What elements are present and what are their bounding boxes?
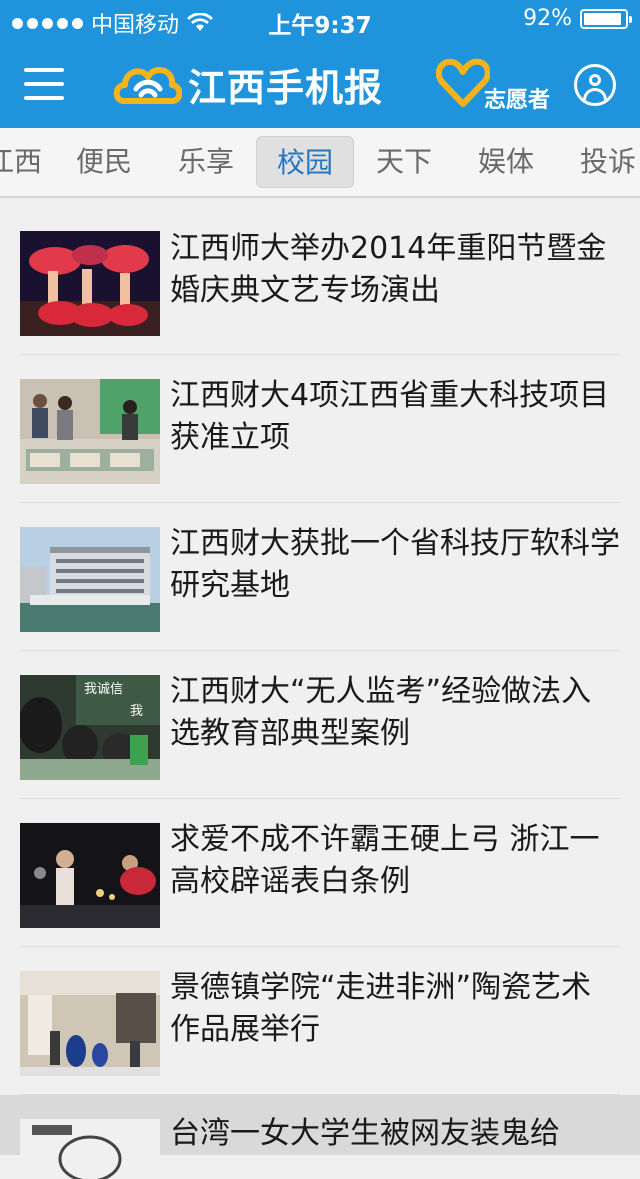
- app-header: 江西手机报 志愿者: [0, 40, 640, 128]
- news-thumbnail: [20, 231, 160, 336]
- news-thumbnail: [20, 1119, 160, 1179]
- tab-tousu[interactable]: 投诉: [566, 136, 640, 188]
- news-thumbnail: [20, 823, 160, 928]
- news-thumbnail: [20, 527, 160, 632]
- logo-text: 江西手机报: [188, 65, 384, 110]
- tab-tianxia[interactable]: 天下: [364, 136, 444, 188]
- news-title: 求爱不成不许霸王硬上弓 浙江一高校辟谣表白条例: [170, 822, 600, 899]
- svg-text:我诚信: 我诚信: [84, 682, 123, 697]
- news-title: 江西财大获批一个省科技厅软科学研究基地: [170, 526, 620, 603]
- news-item[interactable]: 景德镇学院“走进非洲”陶瓷艺术作品展举行: [0, 947, 640, 1095]
- user-profile-icon[interactable]: [574, 64, 616, 106]
- app-logo: 江西手机报: [112, 54, 383, 114]
- tab-bianmin[interactable]: 便民: [64, 136, 144, 188]
- tab-yuti[interactable]: 娱体: [464, 136, 548, 188]
- svg-text:我: 我: [130, 704, 143, 719]
- tab-jiangxi[interactable]: 江西: [0, 136, 52, 188]
- news-title: 江西师大举办2014年重阳节暨金婚庆典文艺专场演出: [170, 231, 607, 308]
- news-item[interactable]: 我诚信 我 江西财大“无人监考”经验做法入选教育部典型案例: [0, 651, 640, 799]
- volunteer-button[interactable]: 志愿者: [436, 58, 556, 114]
- volunteer-label: 志愿者: [484, 88, 551, 113]
- news-item[interactable]: 台湾一女大学生被网友装鬼给: [0, 1095, 640, 1179]
- news-thumbnail: [20, 379, 160, 484]
- news-item[interactable]: 江西财大获批一个省科技厅软科学研究基地: [0, 503, 640, 651]
- cloud-wifi-logo-icon: [113, 67, 182, 104]
- news-item[interactable]: 求爱不成不许霸王硬上弓 浙江一高校辟谣表白条例: [0, 799, 640, 947]
- tab-lexiang[interactable]: 乐享: [164, 136, 248, 188]
- news-title: 江西财大“无人监考”经验做法入选教育部典型案例: [170, 674, 592, 751]
- category-tab-bar: 江西 便民 乐享 校园 天下 娱体 投诉: [0, 128, 640, 198]
- heart-icon: [436, 58, 490, 107]
- news-title: 景德镇学院“走进非洲”陶瓷艺术作品展举行: [170, 970, 592, 1047]
- hamburger-menu-icon[interactable]: [24, 68, 64, 100]
- battery-percent: 92%: [523, 6, 572, 31]
- news-thumbnail: 我诚信 我: [20, 675, 160, 780]
- news-title: 台湾一女大学生被网友装鬼给: [170, 1116, 560, 1151]
- tab-xiaoyuan[interactable]: 校园: [256, 136, 354, 188]
- news-item[interactable]: 江西财大4项江西省重大科技项目获准立项: [0, 355, 640, 503]
- battery-icon: [580, 8, 632, 29]
- news-thumbnail: [20, 971, 160, 1076]
- news-title: 江西财大4项江西省重大科技项目获准立项: [170, 378, 610, 455]
- news-item[interactable]: 江西师大举办2014年重阳节暨金婚庆典文艺专场演出: [0, 200, 640, 355]
- status-right: 92%: [523, 6, 632, 31]
- status-bar: 中国移动 上午9:37 92%: [0, 0, 640, 40]
